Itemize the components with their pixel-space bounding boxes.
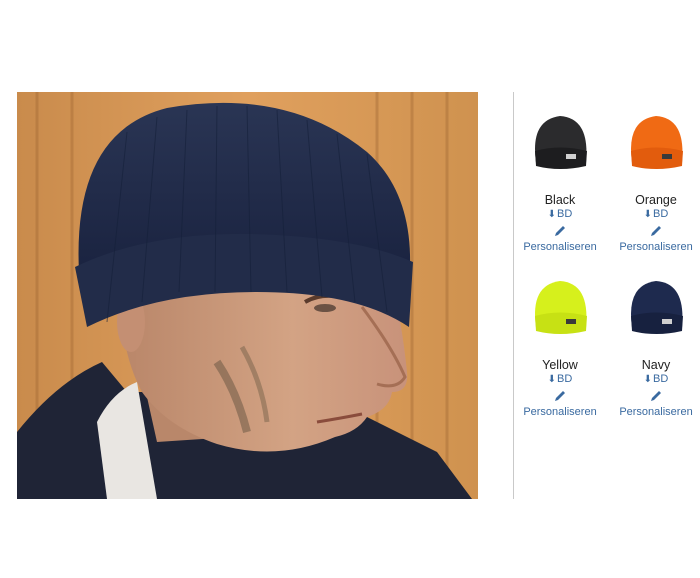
personalize-link[interactable]: Personaliseren <box>610 406 700 418</box>
orange-beanie-thumbnail[interactable] <box>618 106 694 182</box>
download-icon: ⬇ <box>547 374 557 385</box>
download-bd-link[interactable]: ⬇BD <box>610 372 700 387</box>
personalize-link[interactable]: Personaliseren <box>514 241 606 253</box>
download-bd-link[interactable]: ⬇BD <box>514 207 606 222</box>
download-label: BD <box>653 208 669 220</box>
swatch-name: Navy <box>641 358 671 372</box>
download-bd-link[interactable]: ⬇BD <box>610 207 700 222</box>
download-icon: ⬇ <box>547 209 557 220</box>
download-icon: ⬇ <box>643 374 653 385</box>
swatch-black[interactable]: Black ⬇BD Personaliseren <box>514 106 606 253</box>
personalize-link[interactable]: Personaliseren <box>514 406 606 418</box>
product-photo <box>17 92 478 499</box>
color-swatches: Black ⬇BD Personaliseren Orange ⬇BD Pers… <box>514 92 700 499</box>
download-label: BD <box>557 208 573 220</box>
yellow-beanie-thumbnail[interactable] <box>522 271 598 347</box>
swatch-orange[interactable]: Orange ⬇BD Personaliseren <box>610 106 700 253</box>
swatch-name: Yellow <box>542 358 578 372</box>
pencil-icon[interactable] <box>553 224 567 238</box>
download-label: BD <box>557 373 573 385</box>
swatch-yellow[interactable]: Yellow ⬇BD Personaliseren <box>514 271 606 418</box>
download-bd-link[interactable]: ⬇BD <box>514 372 606 387</box>
pencil-icon[interactable] <box>649 389 663 403</box>
navy-beanie-thumbnail[interactable] <box>618 271 694 347</box>
swatch-navy[interactable]: Navy ⬇BD Personaliseren <box>610 271 700 418</box>
pencil-icon[interactable] <box>553 389 567 403</box>
swatch-name: Black <box>544 193 576 207</box>
pencil-icon[interactable] <box>649 224 663 238</box>
download-label: BD <box>653 373 669 385</box>
personalize-link[interactable]: Personaliseren <box>610 241 700 253</box>
swatch-name: Orange <box>635 193 677 207</box>
black-beanie-thumbnail[interactable] <box>522 106 598 182</box>
download-icon: ⬇ <box>643 209 653 220</box>
